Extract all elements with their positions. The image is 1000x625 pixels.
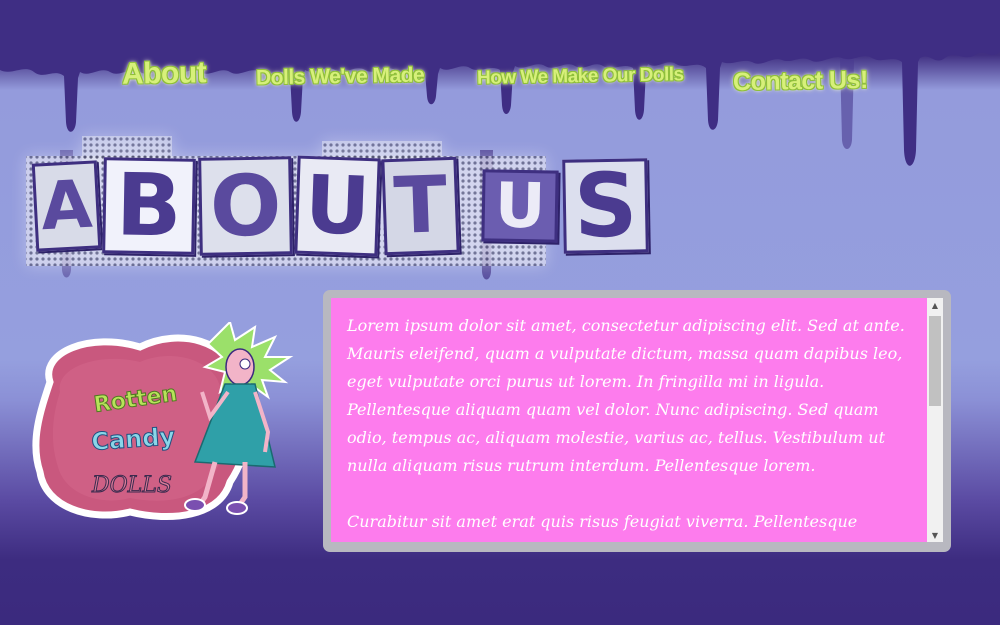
heading-letter: S	[561, 153, 649, 258]
content-paragraph: Curabitur sit amet erat quis risus feugi…	[347, 512, 874, 542]
logo-text-line3: DOLLS	[91, 473, 172, 498]
main-nav: About Dolls We've Made How We Make Our D…	[0, 55, 1000, 105]
logo-graphic: Rotten Candy DOLLS	[32, 320, 294, 520]
page-title: A B O U T U S	[22, 136, 649, 276]
vertical-scrollbar[interactable]: ▲ ▼	[927, 298, 943, 542]
heading-letter: B	[102, 155, 196, 257]
heading-letter: T	[381, 156, 460, 256]
brand-logo: Rotten Candy DOLLS	[30, 320, 310, 527]
heading-letter: A	[31, 160, 102, 252]
nav-dolls-link[interactable]: Dolls We've Made	[256, 64, 425, 91]
content-text: Lorem ipsum dolor sit amet, consectetur …	[331, 298, 927, 542]
nav-how-we-make-link[interactable]: How We Make Our Dolls	[477, 64, 684, 90]
heading-letters: A B O U T U S	[31, 146, 649, 266]
content-paragraph: Lorem ipsum dolor sit amet, consectetur …	[347, 316, 905, 475]
scroll-up-arrow-icon[interactable]: ▲	[927, 298, 943, 312]
nav-about-link[interactable]: About	[122, 56, 207, 91]
content-scroll-area[interactable]: Lorem ipsum dolor sit amet, consectetur …	[331, 298, 927, 542]
heading-letter: O	[197, 156, 293, 256]
scroll-down-arrow-icon[interactable]: ▼	[927, 528, 943, 542]
content-panel: Lorem ipsum dolor sit amet, consectetur …	[323, 290, 951, 552]
nav-contact-link[interactable]: Contact Us!	[733, 66, 868, 97]
heading-letter: U	[481, 169, 560, 243]
logo-text-line2: Candy	[90, 422, 176, 456]
heading-letter: U	[294, 155, 381, 257]
scroll-thumb[interactable]	[929, 316, 941, 406]
